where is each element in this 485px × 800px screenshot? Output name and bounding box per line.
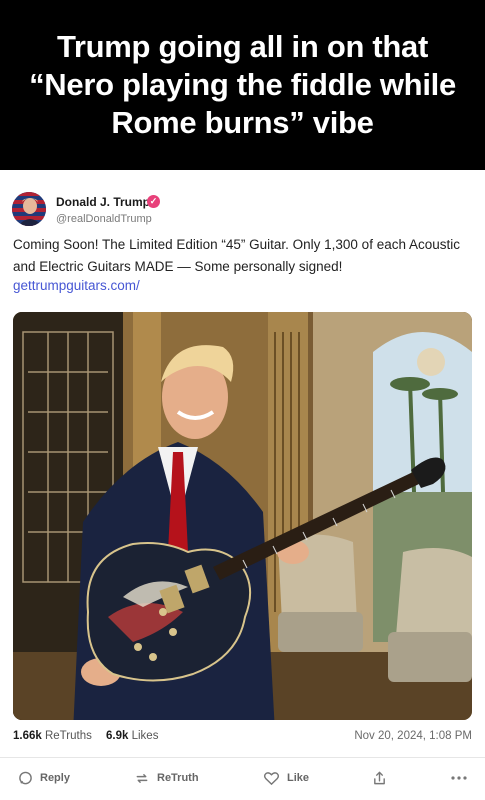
- retruths-stat[interactable]: 1.66k ReTruths: [13, 730, 92, 742]
- retruths-label: ReTruths: [44, 730, 92, 742]
- retruth-button[interactable]: ReTruth: [134, 766, 199, 790]
- more-icon: [451, 775, 467, 781]
- trump-guitar-photo: [13, 312, 472, 720]
- post-stats: 1.66k ReTruths 6.9k Likes Nov 20, 2024, …: [13, 730, 472, 746]
- meme-caption-banner: Trump going all in on that “Nero playing…: [0, 0, 485, 170]
- post-link[interactable]: gettrumpguitars.com/: [13, 278, 140, 293]
- post-text: Coming Soon! The Limited Edition “45” Gu…: [13, 237, 460, 274]
- like-button[interactable]: Like: [263, 766, 309, 790]
- likes-count: 6.9k: [106, 730, 129, 742]
- post-actions: Reply ReTruth Like: [0, 766, 485, 790]
- author-handle[interactable]: @realDonaldTrump: [56, 213, 152, 225]
- heart-icon: [263, 771, 280, 786]
- share-button[interactable]: [372, 766, 387, 790]
- post-timestamp[interactable]: Nov 20, 2024, 1:08 PM: [354, 730, 472, 742]
- likes-label: Likes: [131, 730, 159, 742]
- post-image[interactable]: [13, 312, 472, 720]
- reply-icon: [18, 771, 33, 786]
- more-button[interactable]: [451, 766, 467, 790]
- reply-label: Reply: [40, 772, 70, 784]
- retruth-icon: [134, 771, 150, 786]
- retruths-count: 1.66k: [13, 730, 42, 742]
- author-display-name[interactable]: Donald J. Trump: [56, 195, 150, 209]
- meme-caption: Trump going all in on that “Nero playing…: [29, 29, 456, 140]
- likes-stat[interactable]: 6.9k Likes: [106, 730, 158, 742]
- post-author[interactable]: Donald J. Trump ✓ @realDonaldTrump: [12, 190, 472, 230]
- reply-button[interactable]: Reply: [18, 766, 70, 790]
- share-icon: [372, 770, 387, 786]
- retruth-label: ReTruth: [157, 772, 199, 784]
- divider: [0, 757, 485, 758]
- avatar[interactable]: [12, 192, 46, 226]
- truth-post: Donald J. Trump ✓ @realDonaldTrump Comin…: [0, 170, 485, 800]
- like-label: Like: [287, 772, 310, 784]
- verified-badge-icon: ✓: [147, 195, 160, 208]
